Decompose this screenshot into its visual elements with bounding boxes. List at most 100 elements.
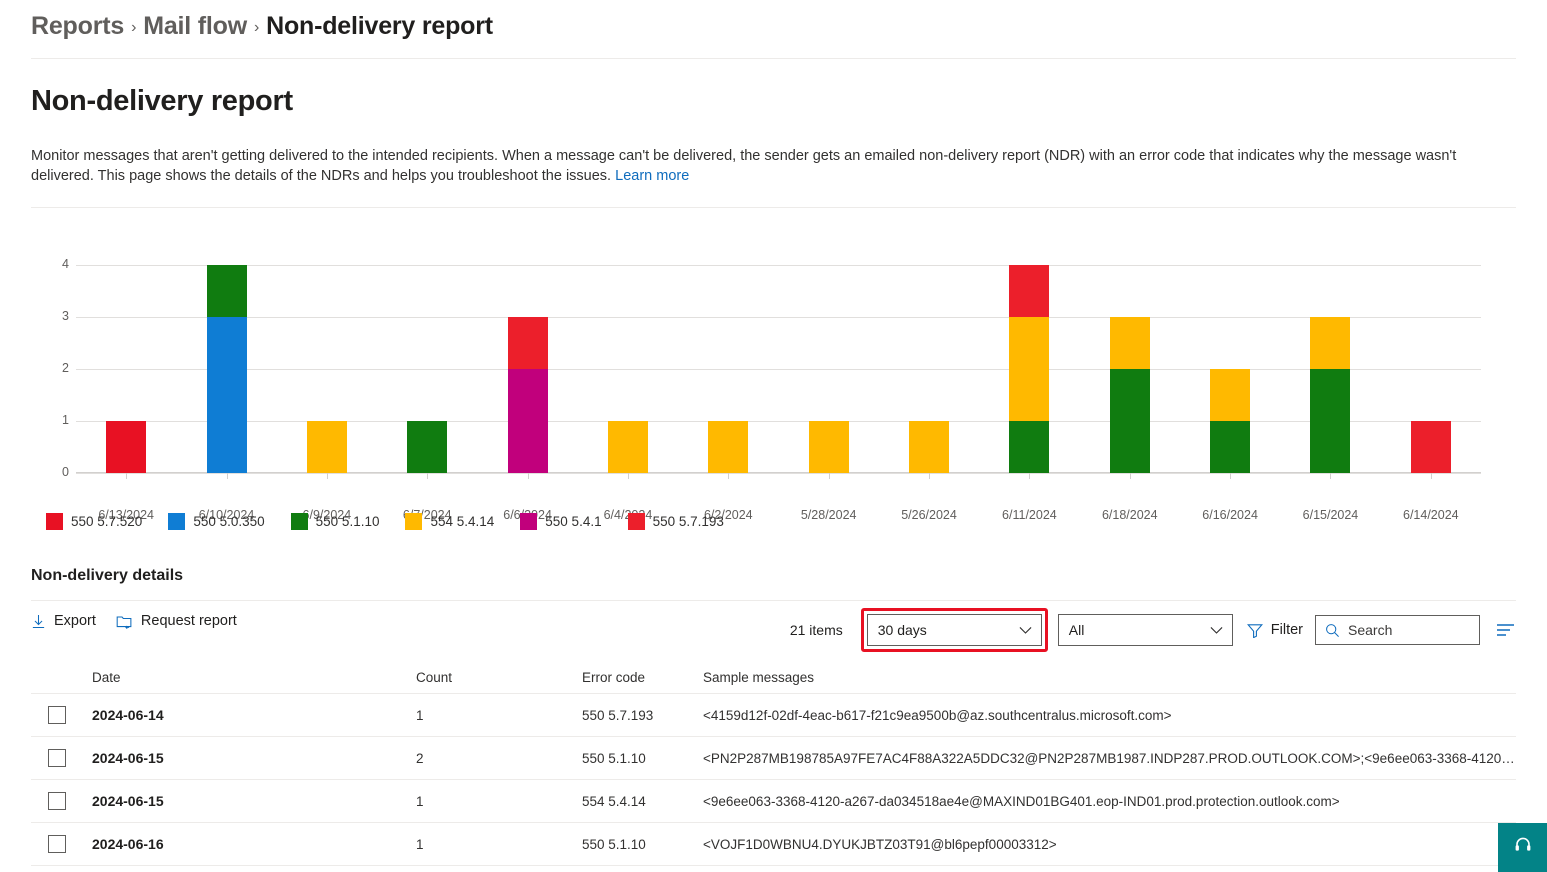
export-button[interactable]: Export [31,613,96,629]
chart-x-tick [728,473,729,479]
filter-button[interactable]: Filter [1247,622,1303,638]
chart-plot-area: 012346/13/20246/10/20246/9/20246/7/20246… [76,265,1481,473]
ndr-trend-chart: 012346/13/20246/10/20246/9/20246/7/20246… [31,240,1481,540]
cell-error-code: 554 5.4.14 [582,794,703,809]
chart-x-tick [528,473,529,479]
chevron-down-icon [1019,622,1032,638]
row-checkbox[interactable] [48,792,66,810]
chart-bar-segment [508,317,548,369]
breadcrumb-item-mail-flow[interactable]: Mail flow [143,12,247,41]
row-checkbox[interactable] [48,749,66,767]
cell-date: 2024-06-16 [92,836,416,852]
page-description-line2: This page shows the details of the NDRs … [98,168,615,184]
chart-x-tick [1130,473,1131,479]
row-checkbox-cell[interactable] [31,792,92,810]
request-report-button[interactable]: Request report [116,613,237,629]
feedback-button[interactable] [1498,823,1547,872]
chart-bar-segment [1310,317,1350,369]
column-header[interactable]: Count [416,670,582,685]
chart-legend-swatch [628,513,645,530]
filter-label: Filter [1271,622,1303,638]
date-range-dropdown[interactable]: 30 days [867,614,1042,646]
chart-bar-stack[interactable] [1180,265,1280,473]
chart-bar-segment [1411,421,1451,473]
chart-legend-item[interactable]: 550 5.4.1 [520,513,601,530]
cell-count: 1 [416,794,582,809]
row-checkbox-cell[interactable] [31,749,92,767]
chart-bar-stack[interactable] [1280,265,1380,473]
chart-legend-item[interactable]: 550 5.0.350 [168,513,264,530]
error-code-filter-dropdown[interactable]: All [1058,614,1233,646]
table-row[interactable]: 2024-06-151554 5.4.14<9e6ee063-3368-4120… [31,780,1516,823]
chart-legend: 550 5.7.520 550 5.0.350 550 5.1.10 554 5.4.… [46,513,750,530]
list-options-icon[interactable] [1496,623,1516,637]
chart-bar-segment [708,421,748,473]
chart-x-tick-label: 5/26/2024 [879,508,979,522]
error-code-filter-value: All [1069,622,1085,638]
page-description: Monitor messages that aren't getting del… [31,146,1481,186]
chart-x-tick [427,473,428,479]
page-title: Non-delivery report [31,85,293,118]
cell-date: 2024-06-14 [92,707,416,723]
column-header[interactable]: Date [92,670,416,685]
chart-bar-segment [207,317,247,473]
chart-bar-segment [1210,369,1250,421]
chart-y-tick-label: 0 [39,465,69,479]
chart-legend-label: 550 5.1.10 [316,514,380,529]
chart-legend-item[interactable]: 550 5.1.10 [291,513,380,530]
row-checkbox-cell[interactable] [31,835,92,853]
chart-bar-stack[interactable] [1381,265,1481,473]
row-checkbox[interactable] [48,835,66,853]
search-placeholder: Search [1348,622,1392,638]
chart-x-tick [628,473,629,479]
chart-x-tick [227,473,228,479]
chart-legend-item[interactable]: 554 5.4.14 [405,513,494,530]
search-input[interactable]: Search [1315,615,1480,645]
chart-bar-stack[interactable] [578,265,678,473]
chart-bar-stack[interactable] [177,265,277,473]
chart-x-tick-label: 6/14/2024 [1381,508,1481,522]
column-header[interactable]: Sample messages [703,670,1516,685]
chart-bar-stack[interactable] [76,265,176,473]
chart-x-tick [1029,473,1030,479]
chart-bar-stack[interactable] [678,265,778,473]
chart-legend-item[interactable]: 550 5.7.193 [628,513,724,530]
cell-error-code: 550 5.1.10 [582,751,703,766]
chart-x-tick-label: 6/11/2024 [979,508,1079,522]
chart-y-tick-label: 2 [39,361,69,375]
learn-more-link[interactable]: Learn more [615,168,689,184]
breadcrumb-item-reports[interactable]: Reports [31,12,124,41]
chart-legend-swatch [46,513,63,530]
chart-x-tick [829,473,830,479]
search-icon [1325,623,1340,638]
table-row[interactable]: 2024-06-152550 5.1.10<PN2P287MB198785A97… [31,737,1516,780]
cell-count: 1 [416,708,582,723]
chart-y-tick-label: 4 [39,257,69,271]
chart-bar-stack[interactable] [779,265,879,473]
cell-error-code: 550 5.1.10 [582,837,703,852]
chart-bar-stack[interactable] [879,265,979,473]
chart-bar-segment [106,421,146,473]
breadcrumb-separator-icon: › [131,19,136,37]
chart-gridline [76,473,1481,474]
details-toolbar-right: 21 items 30 days All Filter [790,608,1516,652]
chart-legend-item[interactable]: 550 5.7.520 [46,513,142,530]
cell-error-code: 550 5.7.193 [582,708,703,723]
chart-bar-stack[interactable] [1080,265,1180,473]
column-header[interactable]: Error code [582,670,703,685]
chart-bar-segment [909,421,949,473]
chart-x-tick-label: 6/16/2024 [1180,508,1280,522]
chart-bar-stack[interactable] [277,265,377,473]
details-divider [31,600,1516,601]
table-row[interactable]: 2024-06-141550 5.7.193<4159d12f-02df-4ea… [31,694,1516,737]
table-row[interactable]: 2024-06-161550 5.1.10<VOJF1D0WBNU4.DYUKJ… [31,823,1516,866]
row-checkbox[interactable] [48,706,66,724]
chart-bar-stack[interactable] [377,265,477,473]
chart-bar-stack[interactable] [979,265,1079,473]
chart-x-tick [327,473,328,479]
items-count: 21 items [790,622,843,638]
row-checkbox-cell[interactable] [31,706,92,724]
chart-bar-stack[interactable] [478,265,578,473]
filter-icon [1247,623,1263,638]
breadcrumb-item-non-delivery-report: Non-delivery report [266,12,493,41]
